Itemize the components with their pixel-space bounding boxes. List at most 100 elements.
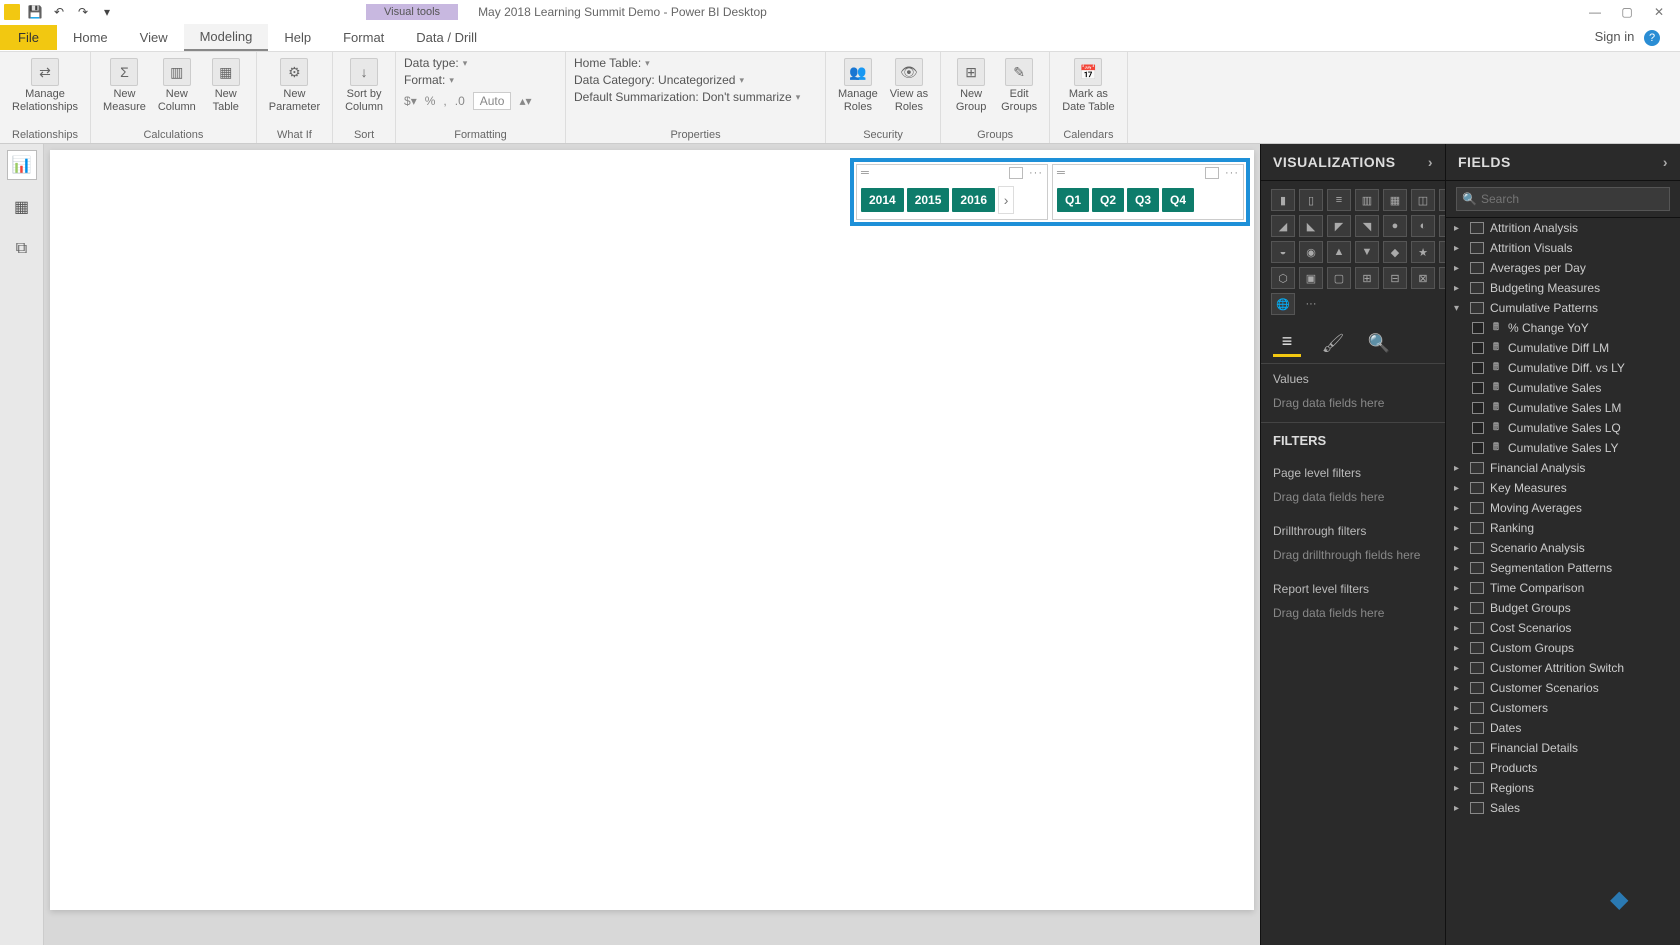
more-options-icon[interactable]: ··· (1029, 167, 1043, 179)
expand-icon[interactable]: ▸ (1454, 803, 1464, 814)
help-icon[interactable]: ? (1644, 30, 1660, 46)
viz-type-button[interactable]: ★ (1411, 241, 1435, 263)
redo-icon[interactable]: ↷ (74, 3, 92, 21)
expand-icon[interactable]: ▸ (1454, 263, 1464, 274)
field-table-item[interactable]: ▸Customer Scenarios (1446, 678, 1680, 698)
expand-icon[interactable]: ▸ (1454, 583, 1464, 594)
expand-icon[interactable]: ▸ (1454, 223, 1464, 234)
auto-decimals[interactable]: Auto (473, 92, 512, 110)
minimize-button[interactable]: — (1580, 2, 1610, 22)
viz-type-button[interactable]: ◆ (1383, 241, 1407, 263)
drillthrough-drop-hint[interactable]: Drag drillthrough fields here (1261, 542, 1445, 574)
expand-icon[interactable]: ▸ (1454, 683, 1464, 694)
field-table-item[interactable]: ▸Scenario Analysis (1446, 538, 1680, 558)
field-measure-item[interactable]: 🖩% Change YoY (1446, 318, 1680, 338)
field-table-item[interactable]: ▸Budget Groups (1446, 598, 1680, 618)
viz-type-button[interactable]: ▼ (1355, 241, 1379, 263)
edit-groups-button[interactable]: ✎Edit Groups (997, 56, 1041, 115)
expand-icon[interactable]: ▸ (1454, 663, 1464, 674)
maximize-button[interactable]: ▢ (1612, 2, 1642, 22)
selected-visual-group[interactable]: ═ ··· 201420152016› ═ ··· (850, 158, 1250, 226)
viz-type-button[interactable]: ▮ (1271, 189, 1295, 211)
model-view-button[interactable]: ⧉ (7, 234, 37, 264)
field-checkbox[interactable] (1472, 422, 1484, 434)
year-chip[interactable]: 2016 (952, 188, 995, 212)
more-options-icon[interactable]: ··· (1225, 167, 1239, 179)
field-table-item[interactable]: ▸Financial Details (1446, 738, 1680, 758)
viz-type-button[interactable]: ▣ (1299, 267, 1323, 289)
currency-button[interactable]: $▾ (404, 94, 417, 108)
expand-icon[interactable]: ▸ (1454, 643, 1464, 654)
data-view-button[interactable]: ▦ (7, 192, 37, 222)
expand-icon[interactable]: ▸ (1454, 503, 1464, 514)
field-checkbox[interactable] (1472, 442, 1484, 454)
manage-relationships-button[interactable]: ⇄ Manage Relationships (8, 56, 82, 115)
viz-type-button[interactable]: ◫ (1411, 189, 1435, 211)
field-measure-item[interactable]: 🖩Cumulative Sales (1446, 378, 1680, 398)
field-table-item[interactable]: ▸Ranking (1446, 518, 1680, 538)
fields-header[interactable]: FIELDS › (1446, 144, 1680, 181)
field-checkbox[interactable] (1472, 342, 1484, 354)
comma-button[interactable]: , (443, 94, 446, 108)
field-table-item[interactable]: ▸Time Comparison (1446, 578, 1680, 598)
field-table-item[interactable]: ▸Budgeting Measures (1446, 278, 1680, 298)
viz-type-button[interactable]: ◤ (1327, 215, 1351, 237)
field-measure-item[interactable]: 🖩Cumulative Sales LM (1446, 398, 1680, 418)
sort-by-column-button[interactable]: ↓Sort by Column (341, 56, 387, 115)
drag-handle-icon[interactable]: ═ (861, 167, 869, 179)
quarter-slicer[interactable]: ═ ··· Q1Q2Q3Q4 (1052, 164, 1244, 220)
undo-icon[interactable]: ↶ (50, 3, 68, 21)
viz-type-button[interactable]: ≡ (1327, 189, 1351, 211)
fields-search-input[interactable] (1456, 187, 1670, 211)
viz-more-icon[interactable]: ··· (1299, 293, 1323, 315)
home-tab[interactable]: Home (57, 25, 124, 50)
field-table-item[interactable]: ▸Products (1446, 758, 1680, 778)
modeling-tab[interactable]: Modeling (184, 24, 269, 51)
expand-icon[interactable]: ▸ (1454, 623, 1464, 634)
expand-icon[interactable]: ▸ (1454, 703, 1464, 714)
viz-type-button[interactable]: ◒ (1271, 241, 1295, 263)
analytics-tab-icon[interactable]: 🔍 (1365, 329, 1393, 357)
viz-type-button[interactable]: ⊞ (1355, 267, 1379, 289)
collapse-panel-icon[interactable]: › (1663, 154, 1668, 170)
new-parameter-button[interactable]: ⚙New Parameter (265, 56, 324, 115)
values-drop-hint[interactable]: Drag data fields here (1261, 390, 1445, 422)
viz-type-button[interactable]: ▯ (1299, 189, 1323, 211)
page-filters-drop-hint[interactable]: Drag data fields here (1261, 484, 1445, 516)
field-checkbox[interactable] (1472, 322, 1484, 334)
visualizations-header[interactable]: VISUALIZATIONS › (1261, 144, 1445, 181)
field-table-item[interactable]: ▸Dates (1446, 718, 1680, 738)
field-table-item[interactable]: ▸Segmentation Patterns (1446, 558, 1680, 578)
data-category-dropdown[interactable]: ▾ (739, 75, 744, 86)
manage-roles-button[interactable]: 👥Manage Roles (834, 56, 882, 115)
field-table-item[interactable]: ▸Attrition Analysis (1446, 218, 1680, 238)
format-tab-icon[interactable]: 🖌 (1319, 329, 1347, 357)
collapse-panel-icon[interactable]: › (1428, 154, 1433, 170)
decimal-button[interactable]: .0 (455, 94, 465, 108)
field-checkbox[interactable] (1472, 382, 1484, 394)
viz-type-button[interactable]: ▢ (1327, 267, 1351, 289)
close-button[interactable]: ✕ (1644, 2, 1674, 22)
field-table-item[interactable]: ▸Cost Scenarios (1446, 618, 1680, 638)
year-chip[interactable]: 2015 (907, 188, 950, 212)
viz-type-button[interactable]: ⊠ (1411, 267, 1435, 289)
viz-type-button[interactable]: ◉ (1299, 241, 1323, 263)
expand-icon[interactable]: ▸ (1454, 483, 1464, 494)
data-drill-tab[interactable]: Data / Drill (400, 25, 493, 50)
new-table-button[interactable]: ▦New Table (204, 56, 248, 115)
viz-type-button[interactable]: ⬡ (1271, 267, 1295, 289)
view-as-roles-button[interactable]: 👁View as Roles (886, 56, 932, 115)
home-table-dropdown[interactable]: ▾ (645, 58, 650, 69)
field-table-item[interactable]: ▸Averages per Day (1446, 258, 1680, 278)
year-slicer[interactable]: ═ ··· 201420152016› (856, 164, 1048, 220)
field-table-item[interactable]: ▸Financial Analysis (1446, 458, 1680, 478)
field-measure-item[interactable]: 🖩Cumulative Diff LM (1446, 338, 1680, 358)
field-table-item[interactable]: ▸Customers (1446, 698, 1680, 718)
field-table-item[interactable]: ▸Key Measures (1446, 478, 1680, 498)
report-filters-drop-hint[interactable]: Drag data fields here (1261, 600, 1445, 632)
quarter-chip[interactable]: Q4 (1162, 188, 1194, 212)
expand-icon[interactable]: ▸ (1454, 603, 1464, 614)
field-table-item[interactable]: ▸Customer Attrition Switch (1446, 658, 1680, 678)
fields-tab-icon[interactable]: ≡ (1273, 329, 1301, 357)
drag-handle-icon[interactable]: ═ (1057, 167, 1065, 179)
